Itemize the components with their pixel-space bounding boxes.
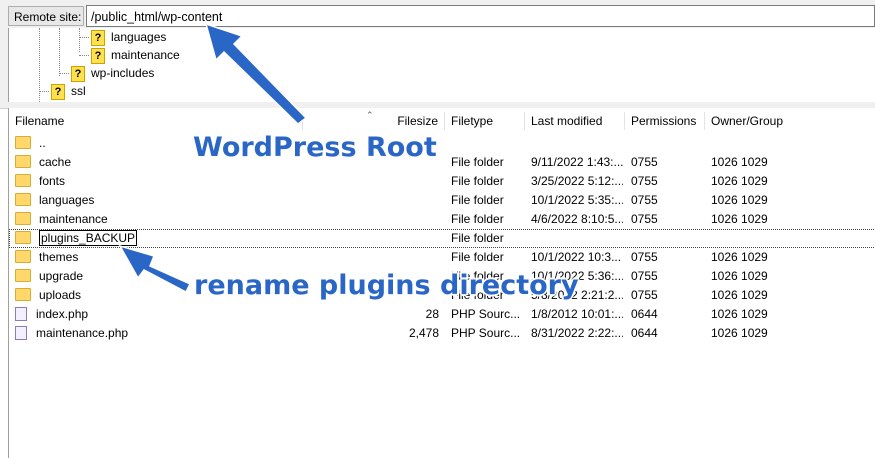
- annotation-wordpress-root: WordPress Root: [193, 132, 437, 163]
- arrow-to-path-icon: [204, 22, 308, 125]
- annotation-arrows: [118, 22, 308, 294]
- arrow-to-plugins-icon: [118, 244, 192, 294]
- annotation-rename-plugins: rename plugins directory: [194, 270, 579, 301]
